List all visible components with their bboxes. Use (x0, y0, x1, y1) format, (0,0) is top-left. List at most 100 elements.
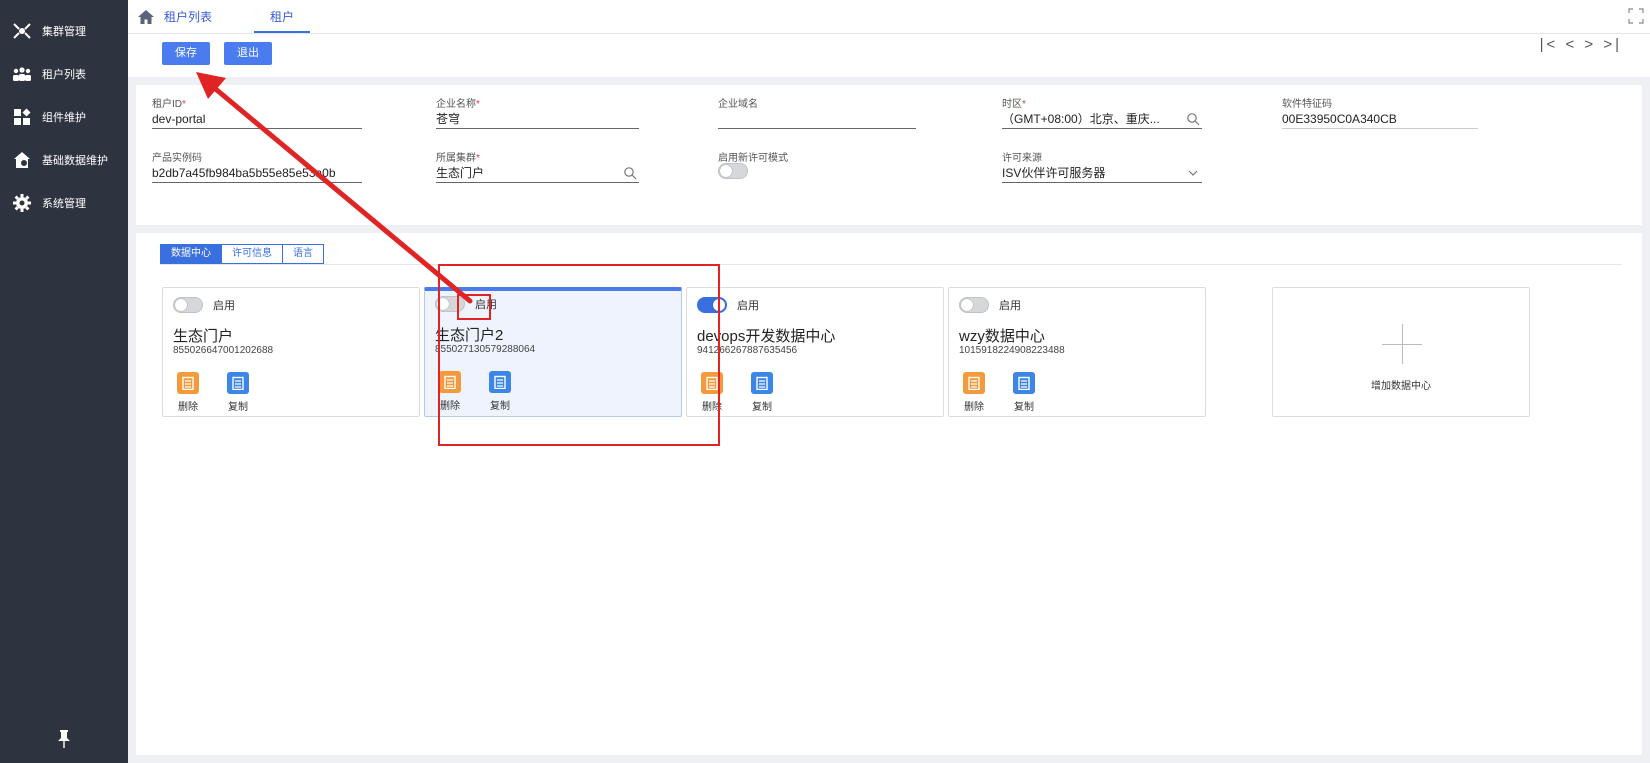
sidebar-item-cluster[interactable]: 集群管理 (0, 9, 128, 52)
license-source-select[interactable]: ISV伙伴许可服务器 (1002, 163, 1202, 183)
prev-record-button[interactable]: < (1565, 36, 1577, 53)
sidebar-item-label: 集群管理 (42, 25, 86, 38)
cluster-select[interactable]: 生态门户 (436, 163, 639, 183)
enable-toggle[interactable] (959, 297, 989, 313)
toggle-knob (720, 165, 732, 177)
first-record-button[interactable]: |< (1540, 36, 1559, 53)
tab-language[interactable]: 语言 (283, 244, 324, 264)
tenant-id-input[interactable]: dev-portal (152, 109, 362, 129)
datacenter-name: 生态门户 (173, 328, 234, 345)
next-record-button[interactable]: > (1584, 36, 1596, 53)
search-icon[interactable] (1186, 112, 1200, 126)
delete-button[interactable]: 删除 (959, 372, 989, 413)
datacenter-card[interactable]: 启用 devops开发数据中心 941266267887635456 删除 复制 (686, 287, 944, 417)
product-instance-input[interactable]: b2db7a45fb984ba5b55e85e53a0b (152, 163, 362, 183)
delete-label: 删除 (440, 401, 460, 412)
search-icon[interactable] (623, 166, 637, 180)
gear-icon (12, 193, 32, 213)
home-icon[interactable] (138, 10, 154, 24)
fullscreen-icon[interactable] (1628, 8, 1644, 24)
enable-toggle[interactable] (435, 296, 465, 312)
save-button[interactable]: 保存 (162, 42, 210, 65)
copy-icon (489, 371, 511, 393)
enable-label: 启用 (737, 300, 759, 312)
users-icon (12, 64, 32, 84)
copy-button[interactable]: 复制 (747, 372, 777, 413)
software-code-field: 软件特征码 00E33950C0A340CB (1282, 95, 1492, 129)
company-domain-input[interactable] (718, 109, 916, 129)
delete-button[interactable]: 删除 (173, 372, 203, 413)
exit-button[interactable]: 退出 (224, 42, 272, 65)
cluster-icon (12, 21, 32, 41)
datacenter-id: 855027130579288064 (435, 344, 536, 355)
company-name-input[interactable]: 苍穹 (436, 109, 639, 129)
add-datacenter-label: 增加数据中心 (1371, 381, 1431, 392)
copy-icon (227, 372, 249, 394)
datacenter-name: 生态门户2 (435, 327, 504, 344)
license-source-value: ISV伙伴许可服务器 (1002, 166, 1106, 180)
license-source-field: 许可来源 ISV伙伴许可服务器 (1002, 149, 1212, 183)
copy-icon (751, 372, 773, 394)
clipboard-icon (439, 371, 461, 393)
timezone-select[interactable]: （GMT+08:00）北京、重庆... (1002, 109, 1202, 129)
company-name-field: 企业名称* 苍穹 (436, 95, 646, 129)
copy-button[interactable]: 复制 (223, 372, 253, 413)
cluster-value: 生态门户 (436, 166, 485, 180)
sub-tabs: 数据中心 许可信息 语言 (160, 244, 324, 264)
clipboard-icon (963, 372, 985, 394)
datacenter-card[interactable]: 启用 生态门户 855026647001202688 删除 复制 (162, 287, 420, 417)
toggle-knob (437, 298, 449, 310)
copy-icon (1013, 372, 1035, 394)
delete-label: 删除 (178, 402, 198, 413)
toggle-knob (713, 299, 725, 311)
tenant-form: 租户ID* dev-portal 企业名称* 苍穹 企业域名 时区* （GMT+… (136, 85, 1642, 225)
enable-label: 启用 (213, 300, 235, 312)
chevron-down-icon[interactable] (1186, 166, 1200, 180)
divider (160, 264, 1622, 265)
sidebar-item-label: 租户列表 (42, 68, 86, 81)
datacenter-id: 1015918224908223488 (959, 345, 1065, 356)
sidebar-item-system[interactable]: 系统管理 (0, 181, 128, 224)
datacenter-id: 855026647001202688 (173, 345, 274, 356)
sidebar-item-tenants[interactable]: 租户列表 (0, 52, 128, 95)
delete-button[interactable]: 删除 (435, 371, 465, 412)
enable-toggle[interactable] (697, 297, 727, 313)
pin-icon[interactable] (54, 729, 74, 749)
datacenter-card-selected[interactable]: 启用 生态门户2 855027130579288064 删除 复制 (424, 287, 682, 417)
company-domain-field: 企业域名 (718, 95, 928, 129)
new-license-mode-toggle[interactable] (718, 163, 748, 179)
sidebar-item-label: 组件维护 (42, 111, 86, 124)
tab-license-info[interactable]: 许可信息 (222, 244, 283, 264)
last-record-button[interactable]: >| (1603, 36, 1622, 53)
datacenter-panel: 数据中心 许可信息 语言 启用 生态门户 855026647001202688 … (136, 233, 1642, 755)
tab-tenant[interactable]: 租户 (254, 0, 311, 33)
sidebar-item-label: 系统管理 (42, 197, 86, 210)
sidebar: 集群管理 租户列表 组件维护 基础数据维护 系统管理 (0, 0, 128, 763)
tab-tenant-list[interactable]: 租户列表 (164, 0, 212, 34)
datacenter-card[interactable]: 启用 wzy数据中心 1015918224908223488 删除 复制 (948, 287, 1206, 417)
new-license-mode-field: 启用新许可模式 (718, 149, 928, 183)
toggle-knob (175, 299, 187, 311)
datacenter-name: devops开发数据中心 (697, 328, 836, 345)
toggle-knob (961, 299, 973, 311)
timezone-value: （GMT+08:00）北京、重庆... (1002, 112, 1160, 126)
enable-label: 启用 (999, 300, 1021, 312)
delete-button[interactable]: 删除 (697, 372, 727, 413)
add-datacenter-button[interactable]: 增加数据中心 (1272, 287, 1530, 417)
clipboard-icon (177, 372, 199, 394)
record-pager: |< < > >| (1540, 36, 1622, 53)
top-tab-bar: 租户列表 租户 (128, 0, 1650, 34)
sidebar-item-label: 基础数据维护 (42, 154, 108, 167)
tab-datacenter[interactable]: 数据中心 (160, 244, 222, 264)
delete-label: 删除 (964, 402, 984, 413)
copy-label: 复制 (752, 402, 772, 413)
enable-toggle[interactable] (173, 297, 203, 313)
sidebar-item-components[interactable]: 组件维护 (0, 95, 128, 138)
copy-label: 复制 (1014, 402, 1034, 413)
sidebar-item-base-data[interactable]: 基础数据维护 (0, 138, 128, 181)
clipboard-icon (701, 372, 723, 394)
delete-label: 删除 (702, 402, 722, 413)
copy-button[interactable]: 复制 (1009, 372, 1039, 413)
action-bar: 保存 退出 |< < > >| (128, 34, 1650, 77)
copy-button[interactable]: 复制 (485, 371, 515, 412)
